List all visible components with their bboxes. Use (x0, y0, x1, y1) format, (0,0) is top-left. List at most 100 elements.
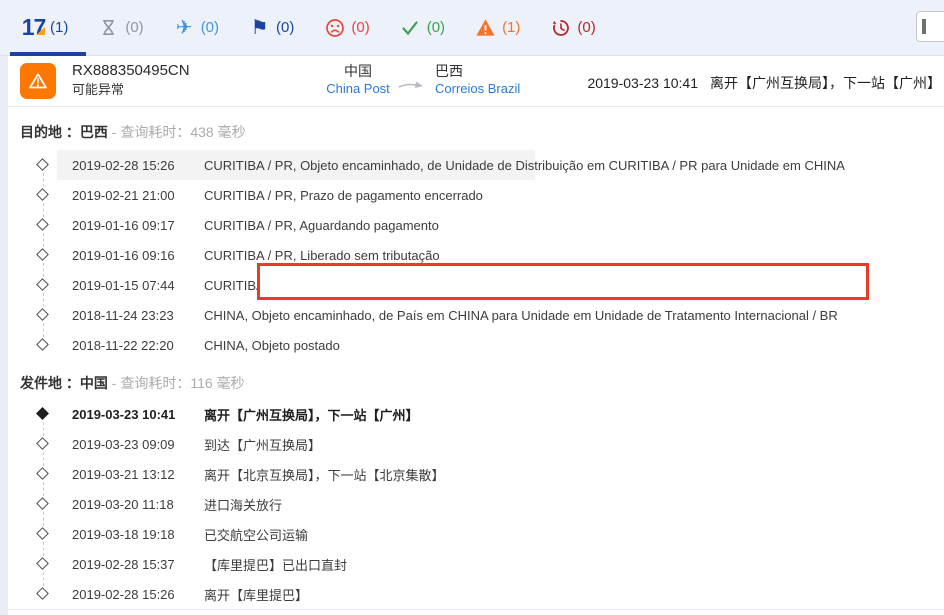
event-description: CURITIBA / PR, Liberado sem tributação (204, 248, 944, 263)
carrier-arrow-icon (398, 78, 424, 96)
package-header[interactable]: RX888350495CN 可能异常 中国 China Post 巴西 Corr… (8, 56, 944, 107)
event-time: 2019-01-16 09:16 (72, 248, 204, 263)
event-description: 进口海关放行 (204, 495, 944, 514)
17track-logo-icon: 17 (23, 17, 44, 38)
package-status: 可能异常 (72, 81, 190, 99)
diamond-marker-icon (36, 527, 49, 540)
event-time: 2019-03-23 09:09 (72, 437, 204, 452)
tracking-event-row[interactable]: 2019-03-20 11:18 进口海关放行 (8, 489, 944, 519)
sad-face-icon (324, 17, 345, 38)
tab-in-transit[interactable]: ✈ (0) (159, 0, 234, 55)
event-description: CHINA, Objeto postado (204, 338, 944, 353)
tab-alert[interactable]: (1) (460, 0, 535, 55)
section-place: ：巴西 (62, 124, 108, 140)
destination-carrier-link[interactable]: Correios Brazil (435, 80, 555, 97)
event-time: 2019-03-23 10:41 (72, 407, 204, 422)
event-time: 2019-02-21 21:00 (72, 188, 204, 203)
event-description: 【库里提巴】已出口直封 (204, 555, 944, 574)
clipped-button[interactable] (916, 11, 944, 42)
tab-count: (0) (577, 19, 595, 36)
diamond-marker-icon (36, 587, 49, 600)
tracking-number: RX888350495CN (72, 61, 190, 81)
event-time: 2019-03-18 19:18 (72, 527, 204, 542)
origin-carrier-link[interactable]: China Post (308, 80, 408, 97)
event-time: 2019-02-28 15:37 (72, 557, 204, 572)
check-icon (400, 17, 421, 38)
latest-event-text: 离开【广州互换局】，下一站【广州】 (710, 75, 941, 91)
tab-delivered[interactable]: (0) (385, 0, 460, 55)
event-time: 2019-01-15 07:44 (72, 278, 204, 293)
tab-undelivered[interactable]: (0) (309, 0, 384, 55)
tab-count: (1) (502, 19, 520, 36)
clipped-button-glyph (922, 19, 926, 34)
diamond-marker-icon (36, 308, 49, 321)
event-description: 已交航空公司运输 (204, 525, 944, 544)
diamond-marker-icon (36, 407, 49, 420)
tracking-event-row[interactable]: 2019-01-16 09:17 CURITIBA / PR, Aguardan… (8, 210, 944, 240)
section-header: 目的地 ：巴西 - 查询耗时：438 毫秒 (8, 107, 944, 150)
tab-pick-up[interactable]: ⚑ (0) (234, 0, 309, 55)
tab-count: (0) (201, 19, 219, 36)
latest-event-time: 2019-03-23 10:41 (587, 75, 698, 91)
tracking-section: 发件地 ：中国 - 查询耗时：116 毫秒 2019-03-23 10:41 离… (8, 360, 944, 609)
tab-all[interactable]: 17 (1) (8, 0, 83, 55)
tab-expired[interactable]: (0) (535, 0, 610, 55)
event-list: 2019-03-23 10:41 离开【广州互换局】，下一站【广州】 2019-… (8, 399, 944, 609)
tracking-event-row[interactable]: 2019-02-21 21:00 CURITIBA / PR, Prazo de… (8, 180, 944, 210)
hourglass-icon (98, 17, 119, 38)
tracking-sections: 目的地 ：巴西 - 查询耗时：438 毫秒 2019-02-28 15:26 C… (8, 107, 944, 609)
history-icon (550, 17, 571, 38)
event-time: 2019-02-28 15:26 (72, 158, 204, 173)
section-header: 发件地 ：中国 - 查询耗时：116 毫秒 (8, 360, 944, 399)
status-tab-bar: 17 (1) (0) ✈ (0) ⚑ (0) (0) (0) (1) (0, 0, 944, 56)
event-description: CURITIBA / PR, Aguardando pagamento (204, 218, 944, 233)
section-query-info: - 查询耗时：438 毫秒 (108, 124, 246, 140)
tab-count: (0) (427, 19, 445, 36)
event-time: 2018-11-24 23:23 (72, 308, 204, 323)
event-description: CURITIBA / PR, Objeto encaminhado, de Un… (204, 158, 944, 173)
origin-country: 中国 (308, 62, 408, 80)
diamond-marker-icon (36, 248, 49, 261)
tracking-event-row[interactable]: 2018-11-24 23:23 CHINA, Objeto encaminha… (8, 300, 944, 330)
section-label: 发件地 (20, 375, 62, 391)
plane-icon: ✈ (174, 17, 195, 38)
latest-event-summary: 2019-03-23 10:41 离开【广州互换局】，下一站【广州】 (587, 73, 941, 93)
tracking-event-row[interactable]: 2019-01-15 07:44 CURITIBA / PR, Objeto r… (8, 270, 944, 300)
tracking-event-row[interactable]: 2018-11-22 22:20 CHINA, Objeto postado (8, 330, 944, 360)
tracking-event-row[interactable]: 2019-03-21 13:12 离开【北京互换局】，下一站【北京集散】 (8, 459, 944, 489)
tab-count: (1) (50, 19, 68, 36)
event-time: 2019-02-28 15:26 (72, 587, 204, 602)
tracking-section: 目的地 ：巴西 - 查询耗时：438 毫秒 2019-02-28 15:26 C… (8, 107, 944, 360)
section-place: ：中国 (62, 375, 108, 391)
diamond-marker-icon (36, 467, 49, 480)
diamond-marker-icon (36, 437, 49, 450)
tracking-panel: RX888350495CN 可能异常 中国 China Post 巴西 Corr… (8, 56, 944, 615)
event-time: 2019-03-21 13:12 (72, 467, 204, 482)
diamond-marker-icon (36, 278, 49, 291)
section-query-info: - 查询耗时：116 毫秒 (108, 375, 245, 391)
tracking-event-row[interactable]: 2019-02-28 15:37 【库里提巴】已出口直封 (8, 549, 944, 579)
tracking-event-row[interactable]: 2019-03-23 10:41 离开【广州互换局】，下一站【广州】 (8, 399, 944, 429)
tab-count: (0) (351, 19, 369, 36)
event-list: 2019-02-28 15:26 CURITIBA / PR, Objeto e… (8, 150, 944, 360)
event-description: CHINA, Objeto encaminhado, de País em CH… (204, 308, 944, 323)
tracking-event-row[interactable]: 2019-02-28 15:26 CURITIBA / PR, Objeto e… (8, 150, 944, 180)
tab-not-found[interactable]: (0) (83, 0, 158, 55)
tracking-event-row[interactable]: 2019-03-23 09:09 到达【广州互换局】 (8, 429, 944, 459)
tracking-event-row[interactable]: 2019-01-16 09:16 CURITIBA / PR, Liberado… (8, 240, 944, 270)
event-description: 到达【广州互换局】 (204, 435, 944, 454)
diamond-marker-icon (36, 218, 49, 231)
diamond-marker-icon (36, 497, 49, 510)
diamond-marker-icon (36, 338, 49, 351)
destination-country: 巴西 (435, 62, 555, 80)
tab-count: (0) (276, 19, 294, 36)
tracking-event-row[interactable]: 2019-03-18 19:18 已交航空公司运输 (8, 519, 944, 549)
event-description: CURITIBA / PR, Objeto recebido pelos Cor… (204, 278, 257, 293)
tracking-event-row[interactable]: 2019-02-28 15:26 离开【库里提巴】 (8, 579, 944, 609)
diamond-marker-icon (36, 188, 49, 201)
tab-count: (0) (125, 19, 143, 36)
diamond-marker-icon (36, 557, 49, 570)
event-time: 2019-01-16 09:17 (72, 218, 204, 233)
event-time: 2019-03-20 11:18 (72, 497, 204, 512)
package-alert-icon (20, 63, 56, 99)
